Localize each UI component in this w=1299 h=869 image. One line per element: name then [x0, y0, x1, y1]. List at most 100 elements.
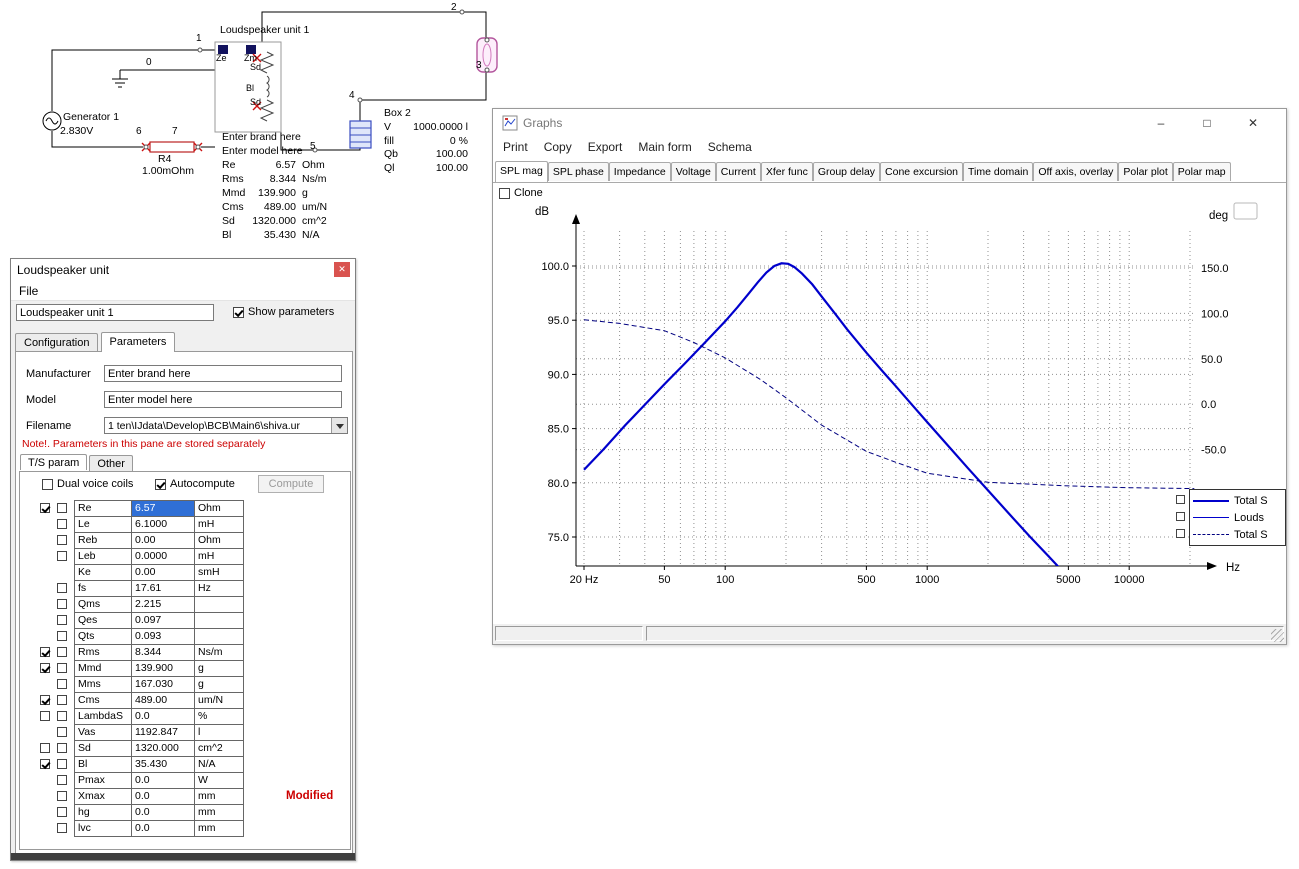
graphs-tab-group-delay[interactable]: Group delay: [812, 162, 881, 181]
box2-symbol[interactable]: [349, 120, 372, 149]
clone-checkbox[interactable]: Clone: [493, 183, 1286, 201]
ts-value[interactable]: 0.0000: [131, 548, 195, 565]
ts-lock-checkbox-leb[interactable]: [57, 551, 67, 561]
legend-toggle-1[interactable]: [1176, 512, 1185, 521]
ts-include-checkbox-cms[interactable]: [40, 695, 50, 705]
ts-value[interactable]: 1192.847: [131, 724, 195, 741]
ts-lock-checkbox-rms[interactable]: [57, 647, 67, 657]
maximize-button[interactable]: □: [1184, 109, 1230, 137]
ts-lock-checkbox-vas[interactable]: [57, 727, 67, 737]
ts-value[interactable]: 2.215: [131, 596, 195, 613]
ts-lock-checkbox-pmax[interactable]: [57, 775, 67, 785]
ts-lock-checkbox-le[interactable]: [57, 519, 67, 529]
graphs-tab-spl-phase[interactable]: SPL phase: [547, 162, 609, 181]
close-button[interactable]: ✕: [1230, 109, 1276, 137]
ts-include-checkbox-mmd[interactable]: [40, 663, 50, 673]
ts-lock-checkbox-qes[interactable]: [57, 615, 67, 625]
filename-dropdown-button[interactable]: [331, 418, 347, 433]
ts-value[interactable]: 0.00: [131, 532, 195, 549]
graphs-menu-export[interactable]: Export: [580, 137, 631, 157]
resize-grip[interactable]: [1271, 629, 1284, 642]
subtab-ts-param[interactable]: T/S param: [20, 454, 88, 470]
graphs-tab-polar-plot[interactable]: Polar plot: [1118, 162, 1173, 181]
resistor-r4-symbol[interactable]: [141, 141, 203, 153]
ts-value[interactable]: 6.57: [131, 500, 195, 517]
graphs-menu-copy[interactable]: Copy: [536, 137, 580, 157]
graphs-tab-spl-mag[interactable]: SPL mag: [495, 161, 548, 182]
graphs-tab-impedance[interactable]: Impedance: [608, 162, 671, 181]
ts-value[interactable]: 0.093: [131, 628, 195, 645]
ts-value[interactable]: 0.0: [131, 820, 195, 837]
show-parameters-checkbox[interactable]: Show parameters: [233, 306, 334, 318]
ts-value[interactable]: 167.030: [131, 676, 195, 693]
unit-param-mmd: Mmd 139.900 g: [222, 187, 308, 199]
graphs-tab-cone-excursion[interactable]: Cone excursion: [880, 162, 964, 181]
ts-include-checkbox-rms[interactable]: [40, 647, 50, 657]
graphs-tab-time-domain[interactable]: Time domain: [963, 162, 1034, 181]
ts-value[interactable]: 489.00: [131, 692, 195, 709]
graphs-menu-schema[interactable]: Schema: [700, 137, 760, 157]
unit-name-input[interactable]: [16, 304, 214, 321]
ts-lock-checkbox-hg[interactable]: [57, 807, 67, 817]
ts-lock-checkbox-mmd[interactable]: [57, 663, 67, 673]
ts-lock-checkbox-reb[interactable]: [57, 535, 67, 545]
autocompute-checkbox[interactable]: Autocompute: [155, 478, 235, 490]
ts-value[interactable]: 0.0: [131, 804, 195, 821]
ts-include-checkbox-sd[interactable]: [40, 743, 50, 753]
tab-configuration[interactable]: Configuration: [15, 333, 99, 351]
ts-value[interactable]: 1320.000: [131, 740, 195, 757]
dual-voice-coils-box: [42, 478, 53, 490]
subtab-other[interactable]: Other: [89, 455, 133, 471]
compute-button[interactable]: Compute: [258, 475, 324, 493]
minimize-button[interactable]: –: [1138, 109, 1184, 137]
ts-include-checkbox-lambdas[interactable]: [40, 711, 50, 721]
ts-value[interactable]: 0.097: [131, 612, 195, 629]
ts-value[interactable]: 0.00: [131, 564, 195, 581]
ts-value[interactable]: 17.61: [131, 580, 195, 597]
legend-toggle-2[interactable]: [1176, 529, 1185, 538]
graphs-tab-current[interactable]: Current: [715, 162, 761, 181]
dialog-close-button[interactable]: ✕: [334, 262, 350, 277]
ts-value[interactable]: 0.0: [131, 708, 195, 725]
box2-ql: Ql 100.00: [384, 161, 468, 174]
dialog-title-bar[interactable]: Loudspeaker unit ✕: [11, 259, 355, 281]
graphs-title-bar[interactable]: Graphs – □ ✕: [493, 109, 1286, 137]
ts-include-checkbox-re[interactable]: [40, 503, 50, 513]
legend-toggle-0[interactable]: [1176, 495, 1185, 504]
dialog-menu-file[interactable]: File: [11, 281, 46, 301]
ts-value[interactable]: 0.0: [131, 772, 195, 789]
legend-label-1: Louds: [1234, 511, 1264, 524]
ts-include-checkbox-bl[interactable]: [40, 759, 50, 769]
ts-value[interactable]: 0.0: [131, 788, 195, 805]
manufacturer-input[interactable]: [104, 365, 342, 382]
ts-lock-checkbox-lambdas[interactable]: [57, 711, 67, 721]
graphs-tab-polar-map[interactable]: Polar map: [1172, 162, 1231, 181]
ts-lock-checkbox-xmax[interactable]: [57, 791, 67, 801]
graphs-tab-xfer-func[interactable]: Xfer func: [760, 162, 813, 181]
model-input[interactable]: [104, 391, 342, 408]
ts-lock-checkbox-bl[interactable]: [57, 759, 67, 769]
graphs-menu-print[interactable]: Print: [495, 137, 536, 157]
ts-lock-checkbox-mms[interactable]: [57, 679, 67, 689]
ts-value[interactable]: 8.344: [131, 644, 195, 661]
ts-lock-checkbox-lvc[interactable]: [57, 823, 67, 833]
graphs-tab-voltage[interactable]: Voltage: [670, 162, 716, 181]
ts-lock-checkbox-qts[interactable]: [57, 631, 67, 641]
ts-lock-checkbox-cms[interactable]: [57, 695, 67, 705]
graphs-menu-main-form[interactable]: Main form: [630, 137, 699, 157]
generator-symbol[interactable]: [42, 111, 62, 131]
graphs-tab-off-axis-overlay[interactable]: Off axis, overlay: [1033, 162, 1119, 181]
ts-lock-checkbox-qms[interactable]: [57, 599, 67, 609]
filename-combobox[interactable]: 1 ten\IJdata\Develop\BCB\Main6\shiva.ur: [104, 417, 348, 434]
ts-row-pmax: Pmax 0.0 W: [20, 772, 350, 789]
graph-corner-box[interactable]: [1233, 202, 1258, 220]
dual-voice-coils-checkbox[interactable]: Dual voice coils: [42, 478, 133, 490]
ts-lock-checkbox-re[interactable]: [57, 503, 67, 513]
ts-lock-checkbox-sd[interactable]: [57, 743, 67, 753]
tab-parameters[interactable]: Parameters: [100, 332, 176, 352]
ts-value[interactable]: 35.430: [131, 756, 195, 773]
ts-lock-checkbox-fs[interactable]: [57, 583, 67, 593]
schematic-unit-title: Loudspeaker unit 1: [220, 24, 310, 36]
ts-value[interactable]: 6.1000: [131, 516, 195, 533]
ts-value[interactable]: 139.900: [131, 660, 195, 677]
